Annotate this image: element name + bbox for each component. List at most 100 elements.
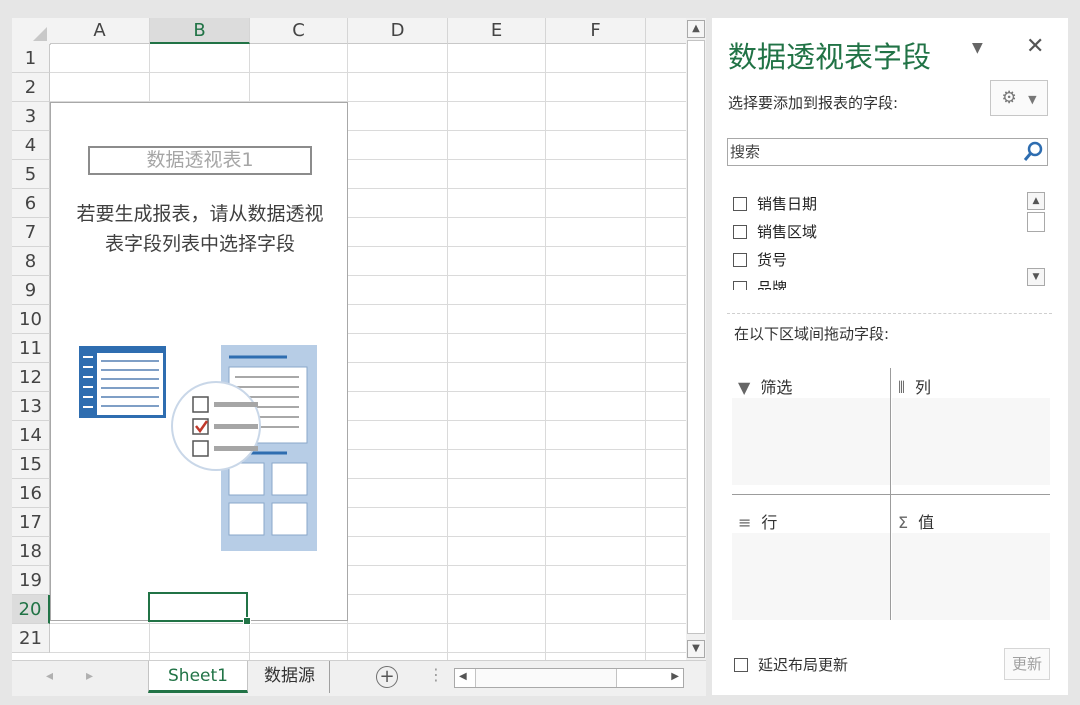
row-header-13[interactable]: 13	[12, 392, 50, 421]
scroll-up-button[interactable]: ▲	[687, 20, 705, 38]
defer-update-checkbox[interactable]	[734, 658, 748, 672]
gridline	[50, 72, 686, 73]
list-scroll-thumb[interactable]	[1027, 212, 1045, 232]
rows-area[interactable]: ≡ 行	[732, 503, 890, 620]
columns-area[interactable]: ⦀ 列	[892, 368, 1050, 485]
filters-drop-zone[interactable]	[732, 398, 890, 485]
row-header-19[interactable]: 19	[12, 566, 50, 595]
row-header-4[interactable]: 4	[12, 131, 50, 160]
columns-drop-zone[interactable]	[892, 398, 1050, 485]
row-header-15[interactable]: 15	[12, 450, 50, 479]
checkbox[interactable]	[733, 225, 747, 239]
checkbox[interactable]	[733, 253, 747, 267]
values-area-label: 值	[918, 513, 935, 532]
filters-area[interactable]: ▼ 筛选	[732, 368, 890, 485]
row-header-7[interactable]: 7	[12, 218, 50, 247]
gridline	[50, 652, 686, 653]
gridline	[645, 44, 646, 660]
update-button[interactable]: 更新	[1004, 648, 1050, 680]
row-header-17[interactable]: 17	[12, 508, 50, 537]
instruction-line-1: 若要生成报表，请从数据透视	[76, 203, 324, 225]
field-label: 销售日期	[757, 195, 818, 213]
close-icon[interactable]: ✕	[1026, 34, 1044, 59]
row-header-14[interactable]: 14	[12, 421, 50, 450]
gridline	[50, 623, 686, 624]
active-cell-b20[interactable]	[148, 592, 251, 625]
column-header-g[interactable]	[646, 18, 686, 44]
select-all-corner[interactable]	[12, 18, 51, 45]
checkbox[interactable]	[733, 197, 747, 211]
columns-icon: ⦀	[898, 378, 906, 397]
row-header-21[interactable]: 21	[12, 624, 50, 653]
gear-icon: ⚙	[1001, 88, 1017, 108]
vertical-scrollbar[interactable]: ▲ ▼	[686, 18, 706, 660]
fill-handle[interactable]	[243, 617, 251, 625]
tab-split-handle[interactable]: ⋮	[428, 665, 444, 684]
field-label: 品牌	[757, 279, 788, 290]
sigma-icon: Σ	[898, 513, 909, 532]
column-header-b[interactable]: B	[150, 18, 250, 44]
tools-button[interactable]: ⚙ ▼	[990, 80, 1048, 116]
row-header-5[interactable]: 5	[12, 160, 50, 189]
field-label: 销售区域	[757, 223, 818, 241]
row-header-3[interactable]: 3	[12, 102, 50, 131]
values-drop-zone[interactable]	[892, 533, 1050, 620]
column-header-d[interactable]: D	[348, 18, 448, 44]
column-header-e[interactable]: E	[448, 18, 546, 44]
sheet-tab-sheet1[interactable]: Sheet1	[148, 661, 248, 693]
list-scroll-down-button[interactable]: ▼	[1027, 268, 1045, 286]
field-item-sales-region[interactable]: 销售区域	[733, 220, 817, 244]
choose-fields-label: 选择要添加到报表的字段:	[728, 94, 899, 112]
values-area[interactable]: Σ值	[892, 503, 1050, 620]
row-header-16[interactable]: 16	[12, 479, 50, 508]
pivot-fields-panel: 数据透视表字段 ▼ ✕ 选择要添加到报表的字段: ⚙ ▼ 销售日期 销售区域 货…	[712, 18, 1068, 695]
next-sheet-icon[interactable]: ▸	[86, 668, 93, 684]
row-header-10[interactable]: 10	[12, 305, 50, 334]
sheet-tab-bar: ◂ ▸ Sheet1 数据源 + ⋮ ◀ ▶	[12, 660, 706, 696]
row-header-1[interactable]: 1	[12, 44, 50, 73]
rows-drop-zone[interactable]	[732, 533, 890, 620]
row-header-20[interactable]: 20	[12, 595, 50, 624]
vertical-scroll-thumb[interactable]	[687, 40, 705, 634]
field-list-scrollbar[interactable]: ▲ ▼	[1027, 192, 1045, 286]
field-list[interactable]: 销售日期 销售区域 货号 品牌 ▲ ▼	[727, 186, 1048, 290]
horizontal-scrollbar[interactable]: ◀ ▶	[454, 668, 684, 688]
worksheet-grid[interactable]: A B C D E F 1 2 3 4 5 6 7 8 9 10 11 12 1…	[12, 18, 686, 660]
field-label: 货号	[757, 251, 788, 269]
search-icon[interactable]	[1023, 141, 1043, 163]
row-header-2[interactable]: 2	[12, 73, 50, 102]
field-item-sales-date[interactable]: 销售日期	[733, 192, 817, 216]
pivot-table-placeholder[interactable]: 数据透视表1 若要生成报表，请从数据透视 表字段列表中选择字段	[50, 102, 348, 621]
row-header-8[interactable]: 8	[12, 247, 50, 276]
divider	[727, 313, 1052, 314]
row-header-6[interactable]: 6	[12, 189, 50, 218]
instruction-line-2: 表字段列表中选择字段	[104, 233, 295, 255]
checkbox[interactable]	[733, 281, 747, 290]
column-header-c[interactable]: C	[250, 18, 348, 44]
chevron-down-icon[interactable]: ▼	[972, 40, 983, 56]
list-scroll-up-button[interactable]: ▲	[1027, 192, 1045, 210]
column-header-f[interactable]: F	[546, 18, 646, 44]
scroll-left-icon[interactable]: ◀	[459, 671, 467, 682]
row-header-18[interactable]: 18	[12, 537, 50, 566]
scroll-right-icon[interactable]: ▶	[671, 671, 679, 682]
sheet-tab-data-source[interactable]: 数据源	[250, 661, 330, 693]
filter-icon: ▼	[738, 378, 751, 397]
divider	[732, 494, 1050, 495]
column-header-a[interactable]: A	[50, 18, 150, 44]
drag-fields-label: 在以下区域间拖动字段:	[734, 325, 890, 343]
search-box	[727, 138, 1048, 166]
rows-icon: ≡	[738, 513, 752, 532]
search-input[interactable]	[730, 141, 1020, 163]
row-header-11[interactable]: 11	[12, 334, 50, 363]
scroll-down-button[interactable]: ▼	[687, 640, 705, 658]
previous-sheet-icon[interactable]: ◂	[46, 668, 53, 684]
row-header-12[interactable]: 12	[12, 363, 50, 392]
pivot-table-name: 数据透视表1	[88, 146, 312, 175]
plus-circle-icon[interactable]: +	[376, 666, 398, 688]
field-item-brand[interactable]: 品牌	[733, 276, 787, 290]
field-item-item-number[interactable]: 货号	[733, 248, 787, 272]
row-header-9[interactable]: 9	[12, 276, 50, 305]
defer-layout-update[interactable]: 延迟布局更新	[734, 654, 848, 675]
horizontal-scroll-thumb[interactable]	[475, 669, 617, 687]
